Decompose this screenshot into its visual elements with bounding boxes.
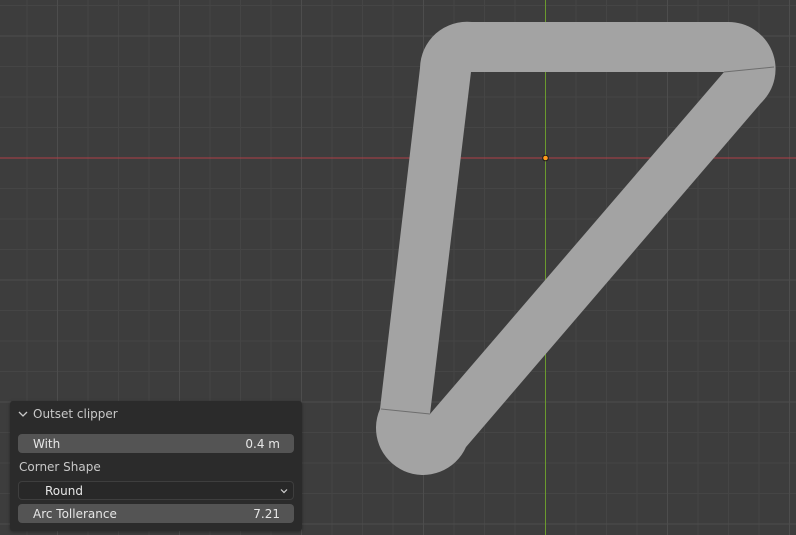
panel-header[interactable]: Outset clipper <box>10 401 302 427</box>
arc-tolerance-value: 7.21 <box>253 506 280 521</box>
corner-shape-dropdown[interactable]: Round <box>18 481 294 500</box>
corner-shape-label: Corner Shape <box>19 460 101 474</box>
chevron-down-icon <box>18 411 28 417</box>
with-value: 0.4 m <box>245 436 280 451</box>
arc-tolerance-label: Arc Tollerance <box>33 506 117 521</box>
corner-shape-value: Round <box>45 483 83 498</box>
with-field[interactable]: With 0.4 m <box>18 434 294 453</box>
operator-redo-panel: Outset clipper With 0.4 m Corner Shape R… <box>10 401 302 531</box>
with-label: With <box>33 436 61 451</box>
chevron-down-icon <box>280 488 288 493</box>
arc-tolerance-field[interactable]: Arc Tollerance 7.21 <box>18 504 294 523</box>
panel-title: Outset clipper <box>33 407 118 421</box>
object-origin-point[interactable] <box>542 154 549 162</box>
